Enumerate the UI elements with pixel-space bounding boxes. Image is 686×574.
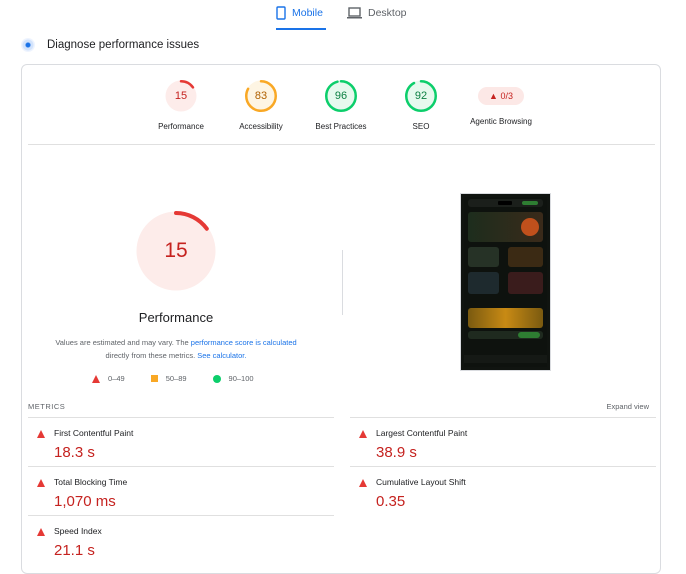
metric-value: 18.3 s [54, 444, 95, 461]
screenshot-promo-button [518, 332, 540, 338]
score-legend: 0–49 50–89 90–100 [92, 374, 280, 383]
legend-pass-label: 90–100 [228, 374, 254, 383]
category-gauges: 15 Performance 83 Accessibility 96 Best … [22, 65, 662, 145]
tab-mobile[interactable]: Mobile [276, 4, 326, 30]
screenshot-live-casino-tile [508, 272, 543, 294]
gauge-performance[interactable]: 15 Performance [136, 79, 226, 131]
legend-average-label: 50–89 [165, 374, 187, 383]
legend-fail-label: 0–49 [108, 374, 125, 383]
screenshot-topbar [468, 199, 543, 207]
divider [28, 144, 655, 145]
gauge-ring: 15 [164, 79, 198, 113]
screenshot-image [464, 197, 547, 367]
report-card: 15 Performance 83 Accessibility 96 Best … [21, 64, 661, 574]
gauge-label: Agentic Browsing [470, 117, 532, 126]
agentic-pill: ▲ 0/3 [478, 87, 524, 105]
screenshot-slots-tile [508, 247, 543, 267]
metric-total-blocking-time: Total Blocking Time 1,070 ms [28, 466, 334, 515]
screenshot-exchange-tile [468, 247, 499, 267]
performance-score-link[interactable]: performance score is calculated [191, 338, 297, 347]
legend-fail: 0–49 [92, 374, 125, 383]
score-note: Values are estimated and may vary. The p… [44, 336, 308, 362]
screenshot-ball-image [521, 218, 539, 236]
metric-largest-contentful-paint: Largest Contentful Paint 38.9 s [350, 417, 656, 466]
device-tabs: Mobile Desktop [0, 0, 686, 32]
gauge-score: 96 [334, 90, 348, 102]
gauge-label: SEO [412, 122, 430, 131]
gauge-ring: 96 [324, 79, 358, 113]
note-text: Values are estimated and may vary. The [55, 338, 191, 347]
screenshot-instant-games-tile [468, 272, 499, 294]
vertical-separator [342, 250, 343, 315]
gauge-seo[interactable]: 92 SEO [376, 79, 466, 131]
metric-name: Cumulative Layout Shift [376, 477, 466, 487]
screenshot-register-button [522, 201, 538, 205]
gauge-accessibility[interactable]: 83 Accessibility [216, 79, 306, 131]
fail-triangle-icon [359, 430, 367, 438]
fail-triangle-icon [37, 528, 45, 536]
gauge-ring: 92 [404, 79, 438, 113]
fail-triangle-icon [37, 430, 45, 438]
metric-value: 21.1 s [54, 542, 95, 559]
tab-desktop-label: Desktop [368, 7, 407, 19]
gauge-label: Accessibility [239, 122, 283, 131]
screenshot-originals-row [468, 308, 543, 328]
gauge-score: 15 [174, 90, 188, 102]
screenshot-promo-bar [468, 331, 543, 339]
gauge-score: 83 [254, 90, 268, 102]
metric-first-contentful-paint: First Contentful Paint 18.3 s [28, 417, 334, 466]
metric-name: First Contentful Paint [54, 428, 134, 438]
legend-pass: 90–100 [212, 374, 254, 383]
metric-value: 0.35 [376, 493, 406, 510]
gauge-agentic-browsing[interactable]: ▲ 0/3 Agentic Browsing [456, 79, 546, 126]
metric-name: Largest Contentful Paint [376, 428, 468, 438]
expand-view-button[interactable]: Expand view [606, 402, 649, 411]
tab-mobile-label: Mobile [292, 7, 323, 19]
diagnose-header: Diagnose performance issues [21, 38, 199, 52]
gauge-label: Performance [158, 122, 204, 131]
tab-desktop[interactable]: Desktop [347, 4, 407, 30]
metric-name: Total Blocking Time [54, 477, 128, 487]
metric-value: 1,070 ms [54, 493, 116, 510]
square-icon [150, 375, 158, 382]
screenshot-sports-banner [468, 212, 543, 242]
gauge-best-practices[interactable]: 96 Best Practices [296, 79, 386, 131]
performance-title: Performance [138, 310, 214, 325]
gauge-score: 92 [414, 90, 428, 102]
screenshot-bottom-nav [464, 355, 547, 363]
circle-icon [212, 374, 221, 383]
triangle-icon [92, 374, 100, 383]
metric-name: Speed Index [54, 526, 102, 536]
calculator-link[interactable]: See calculator. [197, 351, 246, 360]
legend-average: 50–89 [150, 374, 187, 383]
gauge-ring: 83 [244, 79, 278, 113]
metric-speed-index: Speed Index 21.1 s [28, 515, 334, 564]
fail-triangle-icon [359, 479, 367, 487]
note-text: directly from these metrics. [105, 351, 198, 360]
screenshot-login-button [498, 201, 512, 205]
phone-icon [276, 6, 286, 20]
diagnose-title: Diagnose performance issues [47, 39, 200, 51]
fail-triangle-icon [37, 479, 45, 487]
gauge-label: Best Practices [315, 122, 367, 131]
performance-big-score: 15 [164, 239, 188, 262]
page-screenshot-thumbnail[interactable] [460, 193, 551, 371]
diagnose-icon [21, 38, 35, 52]
metric-value: 38.9 s [376, 444, 417, 461]
laptop-icon [347, 7, 362, 19]
metrics-title: METRICS [28, 402, 66, 411]
metric-cumulative-layout-shift: Cumulative Layout Shift 0.35 [350, 466, 656, 515]
